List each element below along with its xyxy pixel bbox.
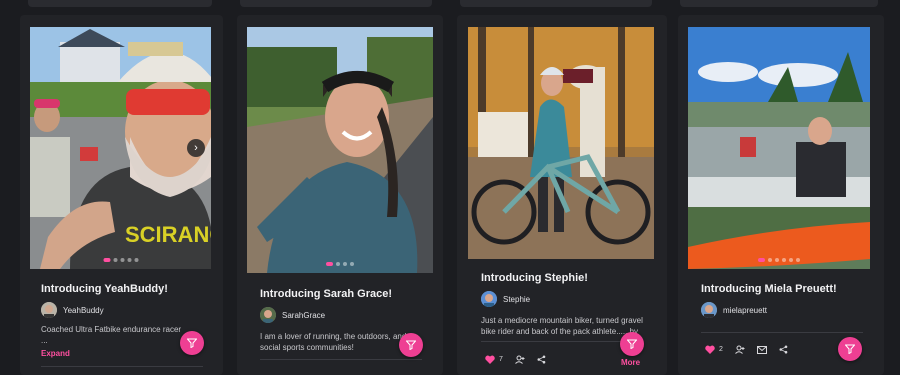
svg-text:SCIRANC: SCIRANC: [125, 222, 211, 247]
profile-photo[interactable]: [247, 27, 433, 273]
like-button[interactable]: 2: [705, 345, 723, 354]
card-title: Introducing Sarah Grace!: [260, 288, 393, 300]
mail-icon: [756, 345, 767, 354]
profile-photo[interactable]: [468, 27, 654, 259]
follow-button[interactable]: [735, 345, 745, 354]
author[interactable]: SarahGrace: [260, 307, 325, 323]
filter-icon: [845, 344, 855, 354]
avatar: [481, 291, 497, 307]
filter-button[interactable]: [838, 337, 862, 361]
author-name: Stephie: [503, 294, 531, 304]
divider: [41, 366, 203, 367]
top-bar: [680, 0, 878, 7]
bio-line: Just a mediocre mountain biker, turned g…: [481, 316, 643, 325]
top-bar: [28, 0, 212, 7]
author[interactable]: YeahBuddy: [41, 302, 104, 318]
profile-card[interactable]: Introducing Miela Preuett! mielapreuett …: [678, 15, 884, 375]
share-icon: [537, 355, 546, 364]
carousel-dots[interactable]: [758, 258, 800, 262]
profile-photo[interactable]: SCIRANC ›: [30, 27, 211, 269]
author[interactable]: Stephie: [481, 291, 530, 307]
filter-button[interactable]: [620, 332, 644, 356]
add-user-icon: [735, 345, 745, 354]
profile-card[interactable]: Introducing Sarah Grace! SarahGrace I am…: [237, 15, 443, 375]
filter-icon: [406, 340, 416, 350]
divider: [701, 332, 863, 333]
follow-button[interactable]: [515, 355, 525, 364]
author[interactable]: mielapreuett: [701, 302, 767, 318]
like-count: 2: [719, 346, 723, 353]
heart-icon: [485, 355, 495, 364]
card-title: Introducing Stephie!: [481, 272, 588, 284]
expand-link[interactable]: Expand: [41, 349, 70, 358]
like-count: 7: [499, 356, 503, 363]
share-icon: [779, 345, 788, 354]
card-title: Introducing YeahBuddy!: [41, 283, 168, 295]
divider: [260, 359, 422, 360]
filter-icon: [187, 338, 197, 348]
profile-card[interactable]: SCIRANC › Introducing YeahBuddy! YeahBud…: [20, 15, 223, 375]
message-button[interactable]: [756, 345, 767, 354]
share-button[interactable]: [537, 355, 546, 364]
author-name: mielapreuett: [723, 305, 768, 315]
card-actions: 2: [705, 345, 788, 354]
more-link[interactable]: More: [621, 358, 640, 367]
next-photo-arrow[interactable]: ›: [187, 139, 205, 157]
avatar: [260, 307, 276, 323]
profile-card[interactable]: Introducing Stephie! Stephie Just a medi…: [457, 15, 667, 375]
carousel-dots[interactable]: [103, 258, 138, 262]
author-name: SarahGrace: [282, 310, 326, 320]
divider: [481, 341, 643, 342]
top-bar: [460, 0, 652, 7]
heart-icon: [705, 345, 715, 354]
profile-photo[interactable]: [688, 27, 870, 269]
author-name: YeahBuddy: [63, 305, 104, 315]
add-user-icon: [515, 355, 525, 364]
filter-button[interactable]: [399, 333, 423, 357]
card-actions: 7: [485, 355, 546, 364]
like-button[interactable]: 7: [485, 355, 503, 364]
avatar: [41, 302, 57, 318]
top-bar: [240, 0, 432, 7]
filter-icon: [627, 339, 637, 349]
carousel-dots[interactable]: [326, 262, 354, 266]
share-button[interactable]: [779, 345, 788, 354]
avatar: [701, 302, 717, 318]
card-title: Introducing Miela Preuett!: [701, 283, 837, 295]
filter-button[interactable]: [180, 331, 204, 355]
